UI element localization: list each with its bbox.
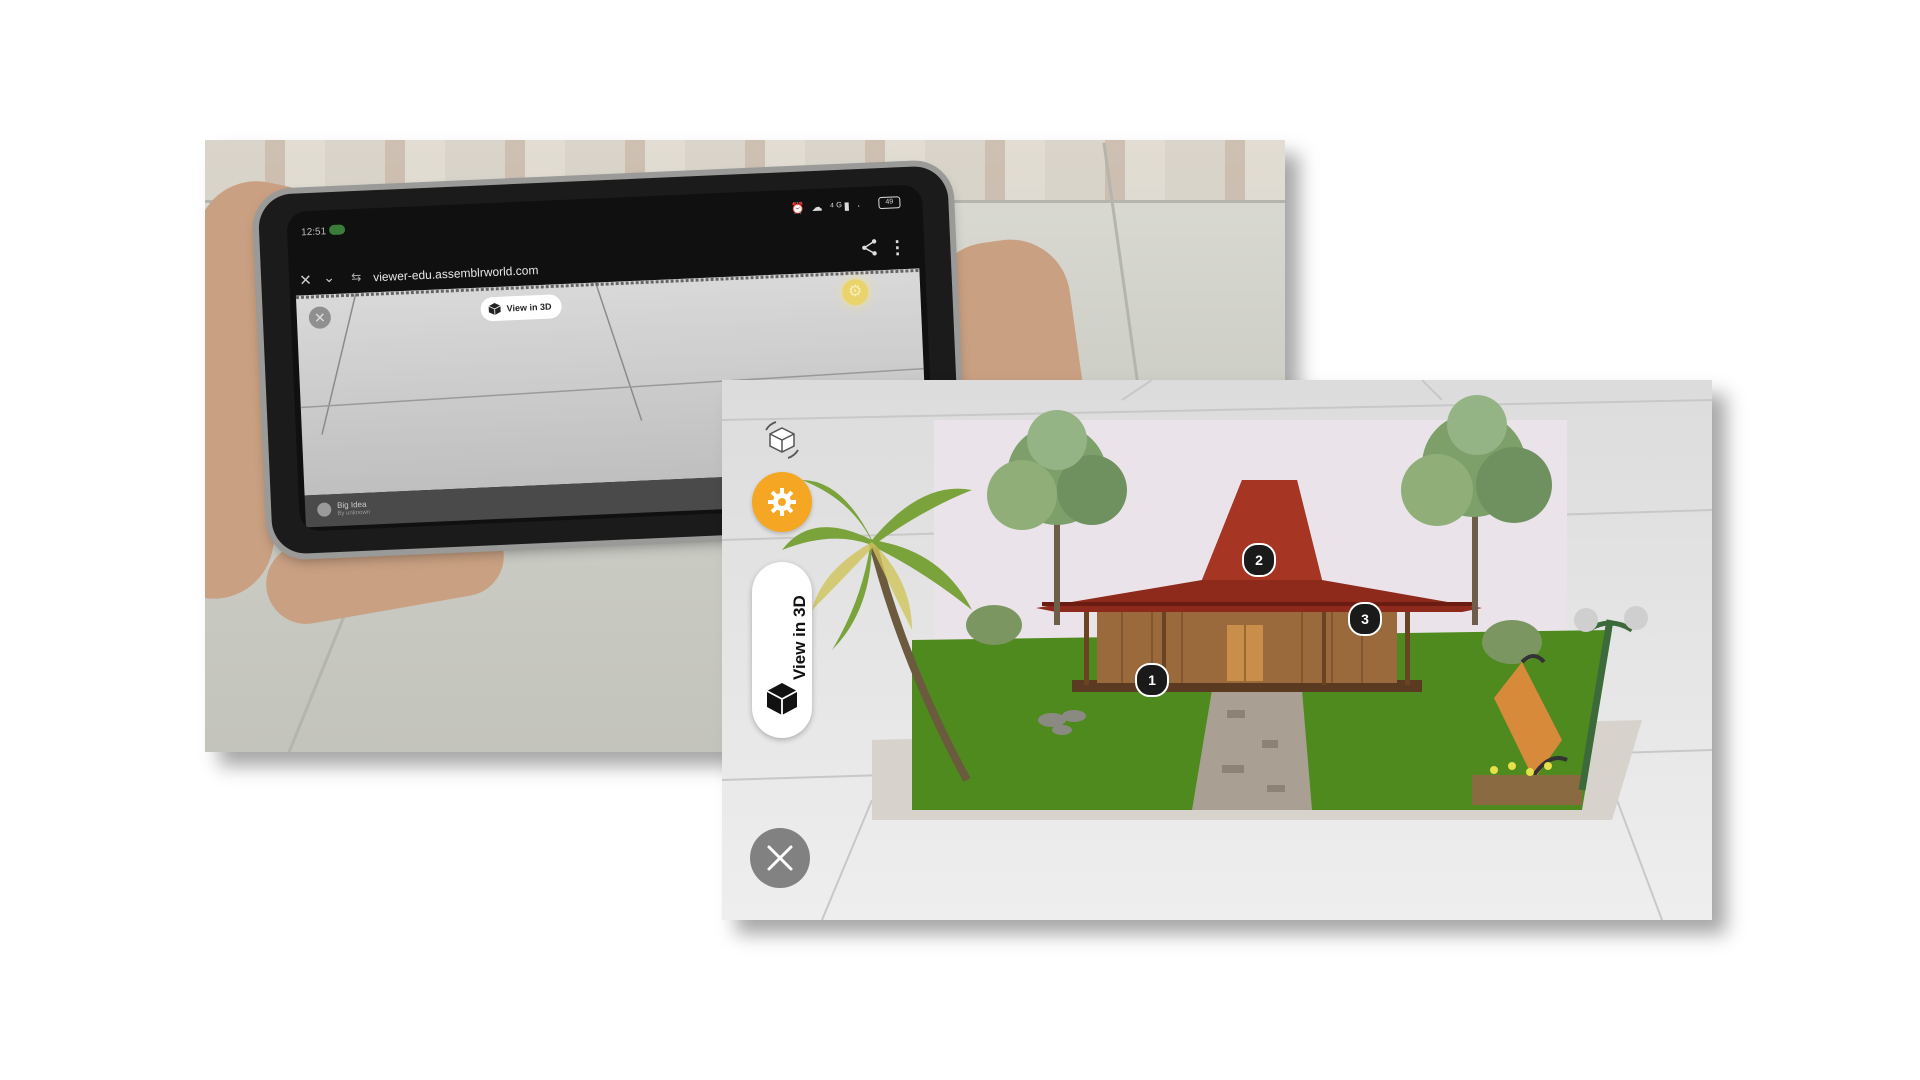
status-icons: ⏰ ☁ ⁴ᴳ▮ · bbox=[790, 199, 863, 215]
settings-button[interactable] bbox=[752, 472, 812, 532]
project-title: Big Idea bbox=[336, 499, 367, 511]
bush-left bbox=[966, 605, 1022, 645]
address-bar-url[interactable]: viewer-edu.assemblrworld.com bbox=[373, 263, 539, 284]
view-in-3d-label: View in 3D bbox=[790, 595, 809, 680]
view-in-3d-button[interactable]: View in 3D bbox=[752, 562, 812, 738]
cube-icon bbox=[766, 683, 798, 715]
battery-icon: 49 bbox=[878, 196, 901, 210]
avatar bbox=[316, 502, 332, 517]
cube-icon bbox=[488, 302, 501, 315]
close-icon bbox=[767, 845, 793, 871]
flower-planter bbox=[1472, 775, 1582, 805]
chevron-down-icon[interactable]: ⌄ bbox=[323, 269, 335, 286]
ar-scene bbox=[722, 380, 1712, 920]
close-icon[interactable]: ✕ bbox=[299, 271, 312, 290]
view-in-3d-label: View in 3D bbox=[506, 301, 552, 314]
project-author: By unknown bbox=[337, 509, 371, 518]
status-time: 12:51 bbox=[300, 226, 327, 239]
stone-path bbox=[1192, 690, 1312, 810]
status-call-pill bbox=[328, 224, 346, 236]
site-settings-icon[interactable]: ⇆ bbox=[351, 270, 362, 284]
rotate-3d-icon bbox=[765, 421, 799, 459]
close-button[interactable] bbox=[750, 828, 810, 888]
hotspot-2[interactable]: 2 bbox=[1242, 543, 1276, 577]
gear-icon bbox=[768, 488, 796, 516]
hotspot-3[interactable]: 3 bbox=[1348, 602, 1382, 636]
rotate-3d-button[interactable] bbox=[760, 418, 804, 462]
more-menu-icon[interactable]: ⋮ bbox=[888, 237, 907, 259]
share-icon[interactable] bbox=[860, 238, 879, 260]
hotspot-1[interactable]: 1 bbox=[1135, 663, 1169, 697]
ar-view-screenshot[interactable]: View in 3D 1 2 3 bbox=[722, 380, 1712, 920]
view-in-3d-button[interactable]: View in 3D bbox=[480, 294, 562, 322]
